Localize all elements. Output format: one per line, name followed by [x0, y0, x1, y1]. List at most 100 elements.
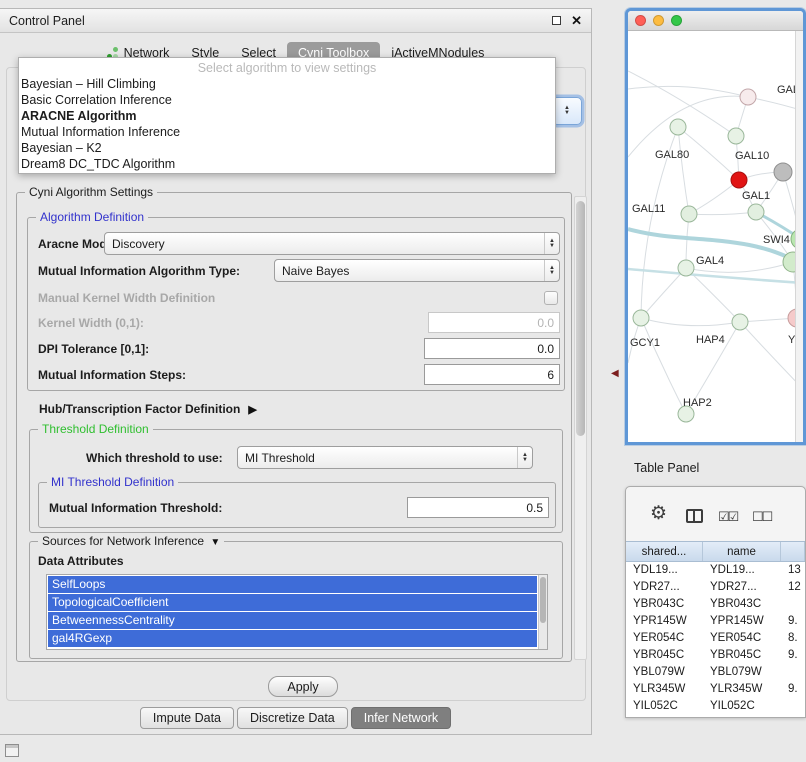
column-header[interactable]: [781, 542, 805, 561]
network-node[interactable]: [774, 163, 792, 181]
mi-steps-field[interactable]: 6: [424, 364, 560, 385]
threshold-definition-group: Threshold Definition Which threshold to …: [29, 429, 563, 533]
network-canvas[interactable]: GALGAL80GAL10GAL11GAL1SWI4GAL4GCY1HAP4YH…: [628, 31, 803, 442]
mi-threshold-field[interactable]: 0.5: [407, 497, 549, 518]
column-header[interactable]: shared...: [626, 542, 703, 561]
collapse-panel-icon[interactable]: ◀: [611, 368, 619, 379]
gear-icon[interactable]: ⚙: [650, 504, 667, 523]
algorithm-option-bayesian-hill-climbing[interactable]: Bayesian – Hill Climbing: [19, 76, 555, 92]
settings-scrollbar[interactable]: [574, 196, 587, 660]
mi-steps-label: Mutual Information Steps:: [28, 368, 186, 382]
float-window-icon[interactable]: [552, 16, 561, 25]
sources-group-title[interactable]: Sources for Network Inference ▼: [38, 534, 224, 550]
network-edge[interactable]: [641, 318, 686, 414]
which-threshold-value: MI Threshold: [245, 451, 315, 465]
network-edge[interactable]: [678, 127, 689, 214]
dpi-tolerance-field[interactable]: 0.0: [424, 338, 560, 359]
bottom-tab-bar: Impute DataDiscretize DataInfer Network: [0, 707, 591, 729]
table-cell: YBR045C: [703, 647, 781, 664]
table-row[interactable]: YPR145WYPR145W9.: [626, 613, 805, 630]
network-node[interactable]: [633, 310, 649, 326]
mi-type-select[interactable]: Naive Bayes: [274, 259, 560, 282]
network-graph[interactable]: GALGAL80GAL10GAL11GAL1SWI4GAL4GCY1HAP4YH…: [628, 31, 803, 442]
data-attributes-list: SelfLoopsTopologicalCoefficientBetweenne…: [46, 574, 548, 650]
network-node[interactable]: [731, 172, 747, 188]
deselect-all-columns-icon[interactable]: ☐☐: [752, 509, 771, 525]
data-attribute-item[interactable]: TopologicalCoefficient: [48, 594, 537, 611]
kernel-width-field[interactable]: 0.0: [428, 312, 560, 333]
zoom-window-icon[interactable]: [671, 15, 682, 26]
algorithm-combobox-fragment[interactable]: [552, 97, 582, 125]
manual-kernel-checkbox[interactable]: [544, 291, 558, 305]
attributes-scrollbar[interactable]: [538, 575, 547, 649]
algorithm-placeholder: Select algorithm to view settings: [19, 60, 555, 76]
columns-icon[interactable]: [686, 509, 703, 523]
apply-button[interactable]: Apply: [268, 676, 338, 697]
network-node[interactable]: [681, 206, 697, 222]
table-body: YDL19...YDL19...13YDR27...YDR27...12YBR0…: [626, 562, 805, 717]
hub-definition-section[interactable]: Hub/Transcription Factor Definition ▶: [39, 399, 257, 419]
network-edge[interactable]: [740, 322, 803, 389]
network-edge[interactable]: [628, 86, 748, 97]
which-threshold-select[interactable]: MI Threshold: [237, 446, 533, 469]
network-edge[interactable]: [689, 180, 739, 214]
data-attribute-item[interactable]: BetweennessCentrality: [48, 612, 537, 629]
network-node-label: GAL4: [696, 255, 724, 267]
close-window-icon[interactable]: [635, 15, 646, 26]
mi-steps-row: Mutual Information Steps: 6: [28, 363, 564, 386]
algorithm-option-mutual-information-inference[interactable]: Mutual Information Inference: [19, 124, 555, 140]
table-row[interactable]: YBR045CYBR045C9.: [626, 647, 805, 664]
stepper-icon: [544, 260, 559, 281]
table-row[interactable]: YBR043CYBR043C: [626, 596, 805, 613]
table-cell: YIL052C: [703, 698, 781, 715]
network-node[interactable]: [678, 260, 694, 276]
network-edge[interactable]: [628, 96, 748, 157]
table-row[interactable]: YBL079WYBL079W: [626, 664, 805, 681]
bottom-tab-impute-data[interactable]: Impute Data: [140, 707, 234, 729]
aracne-mode-select[interactable]: Discovery: [104, 232, 560, 255]
table-row[interactable]: YDR27...YDR27...12: [626, 579, 805, 596]
bottom-tab-discretize-data[interactable]: Discretize Data: [237, 707, 348, 729]
network-node[interactable]: [670, 119, 686, 135]
algorithm-definition-group: Algorithm Definition Aracne Mode: Discov…: [27, 217, 565, 391]
algorithm-option-dream8-dc-tdc-algorithm[interactable]: Dream8 DC_TDC Algorithm: [19, 156, 555, 172]
mi-threshold-label: Mutual Information Threshold:: [39, 501, 222, 515]
minimized-panel-icon[interactable]: [5, 744, 19, 757]
mi-threshold-definition-group: MI Threshold Definition Mutual Informati…: [38, 482, 556, 528]
column-header[interactable]: name: [703, 542, 781, 561]
network-node[interactable]: [728, 128, 744, 144]
network-view-window: GALGAL80GAL10GAL11GAL1SWI4GAL4GCY1HAP4YH…: [625, 8, 806, 445]
network-node-label: GAL80: [655, 149, 689, 161]
algorithm-option-aracne-algorithm[interactable]: ARACNE Algorithm: [19, 108, 555, 124]
table-cell: [781, 596, 805, 613]
data-attribute-item[interactable]: SelfLoops: [48, 576, 537, 593]
kernel-width-row: Kernel Width (0,1): 0.0: [28, 311, 564, 334]
mi-type-label: Mutual Information Algorithm Type:: [28, 264, 240, 278]
network-edge[interactable]: [628, 269, 803, 283]
network-edge[interactable]: [641, 318, 740, 326]
table-row[interactable]: YLR345WYLR345W9.: [626, 681, 805, 698]
minimize-window-icon[interactable]: [653, 15, 664, 26]
manual-kernel-label: Manual Kernel Width Definition: [28, 291, 215, 305]
network-node[interactable]: [740, 89, 756, 105]
network-node[interactable]: [748, 204, 764, 220]
table-row[interactable]: YER054CYER054C8.: [626, 630, 805, 647]
network-edge[interactable]: [641, 268, 686, 318]
table-cell: YDL19...: [626, 562, 703, 579]
table-header: shared...name: [626, 541, 805, 562]
network-node[interactable]: [732, 314, 748, 330]
table-row[interactable]: YDL19...YDL19...13: [626, 562, 805, 579]
close-window-icon[interactable]: ✕: [571, 14, 582, 27]
table-cell: YPR145W: [703, 613, 781, 630]
attributes-scroll-thumb[interactable]: [540, 577, 546, 623]
bottom-tab-infer-network[interactable]: Infer Network: [351, 707, 451, 729]
data-attribute-item[interactable]: gal4RGexp: [48, 630, 537, 647]
expand-right-icon[interactable]: ▶: [248, 403, 256, 416]
select-all-columns-icon[interactable]: ☑☑: [718, 509, 737, 525]
algorithm-option-basic-correlation-inference[interactable]: Basic Correlation Inference: [19, 92, 555, 108]
table-row[interactable]: YIL052CYIL052C: [626, 698, 805, 715]
network-edge[interactable]: [689, 212, 756, 215]
settings-scroll-thumb[interactable]: [576, 201, 585, 436]
algorithm-option-bayesian-k2[interactable]: Bayesian – K2: [19, 140, 555, 156]
network-scrollbar[interactable]: [795, 31, 803, 442]
